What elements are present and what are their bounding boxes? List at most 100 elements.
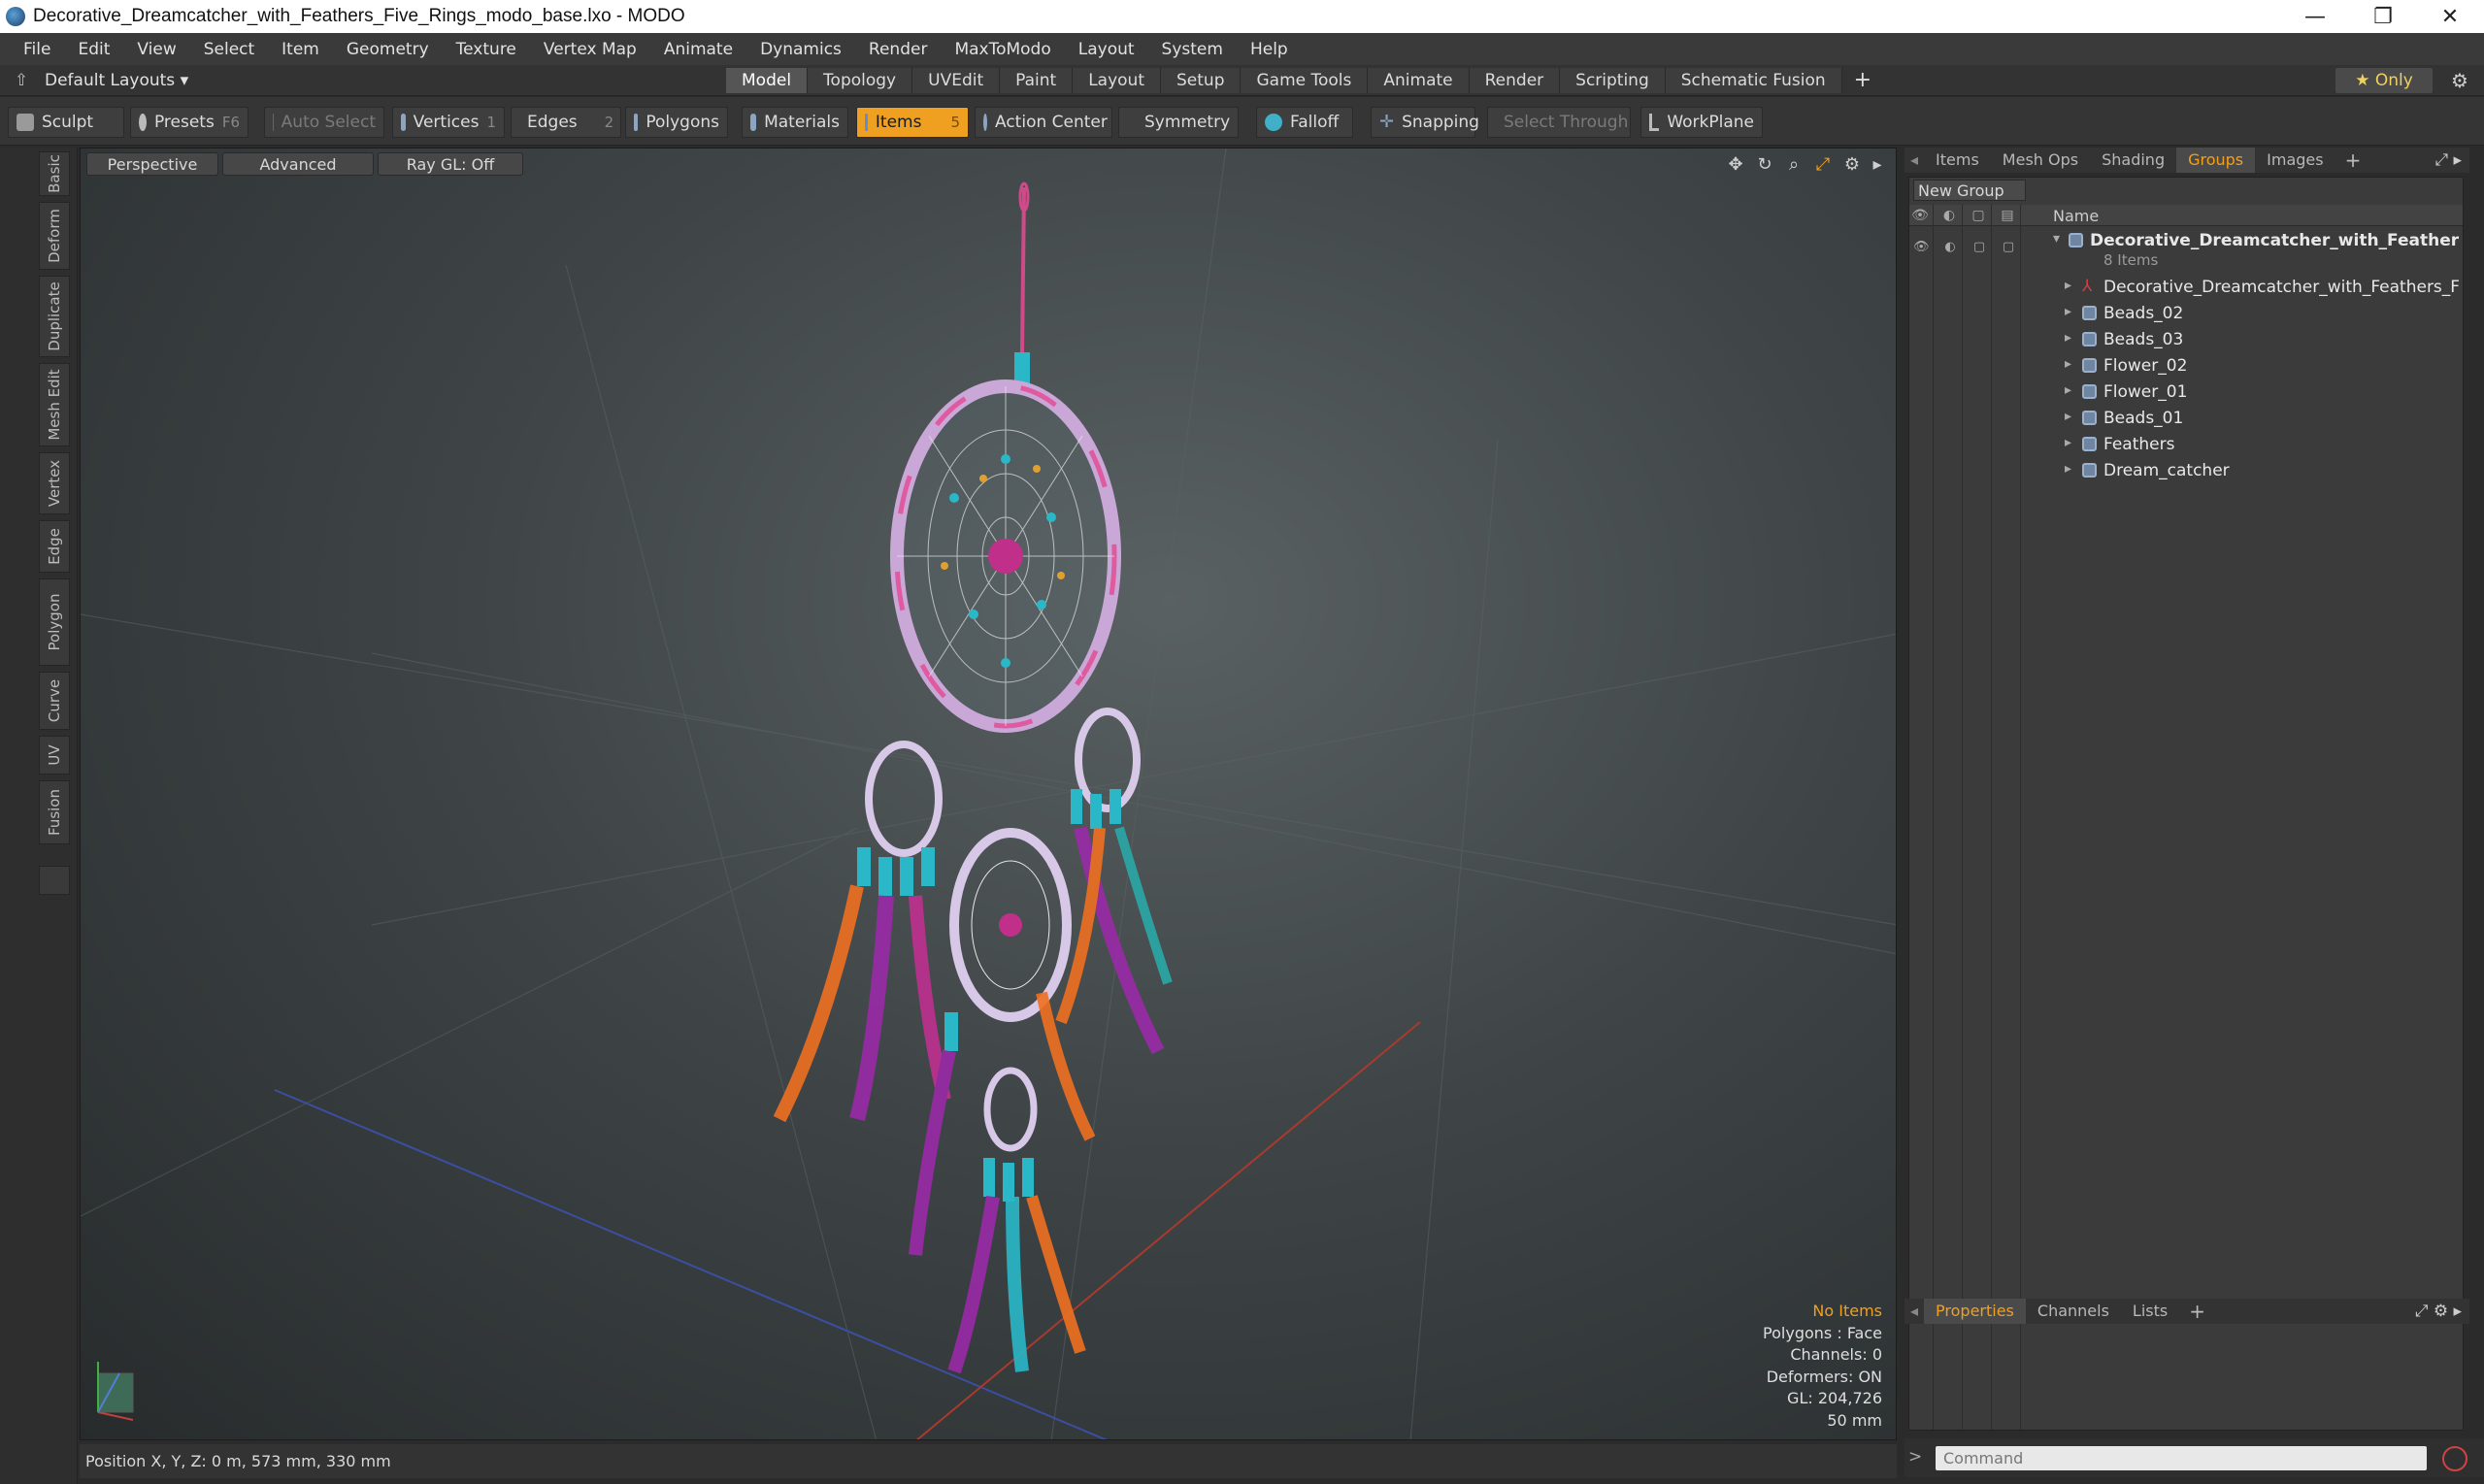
action-center-button[interactable]: Action Center <box>975 107 1112 138</box>
name-column-header[interactable]: Name <box>2053 207 2099 225</box>
expand-arrow-icon[interactable]: ▸ <box>2065 356 2071 372</box>
command-input[interactable]: Command <box>1936 1446 2427 1470</box>
menu-render[interactable]: Render <box>855 40 942 59</box>
vtab-polygon[interactable]: Polygon <box>39 578 70 666</box>
tab-uvedit[interactable]: UVEdit <box>912 68 1001 93</box>
presets-button[interactable]: Presets F6 <box>130 107 248 138</box>
tab-images[interactable]: Images <box>2255 148 2335 173</box>
menu-maxtomodo[interactable]: MaxToModo <box>941 40 1064 59</box>
row-lock-icon[interactable]: ▢ <box>1971 240 1987 255</box>
tab-shading[interactable]: Shading <box>2090 148 2176 173</box>
vtab-basic[interactable]: Basic <box>39 151 70 196</box>
stop-record-icon[interactable] <box>2442 1446 2467 1471</box>
tab-paint[interactable]: Paint <box>1000 68 1074 93</box>
menu-texture[interactable]: Texture <box>443 40 530 59</box>
vtab-duplicate[interactable]: Duplicate <box>39 276 70 357</box>
snapping-button[interactable]: ✛ Snapping <box>1371 107 1479 138</box>
add-properties-tab-icon[interactable]: + <box>2179 1300 2215 1323</box>
select-column-icon[interactable]: ▤ <box>1999 207 2016 224</box>
tab-lists[interactable]: Lists <box>2121 1299 2179 1324</box>
tab-groups[interactable]: Groups <box>2176 148 2256 173</box>
symmetry-button[interactable]: Symmetry <box>1118 107 1239 138</box>
menu-item[interactable]: Item <box>268 40 333 59</box>
list-item[interactable]: ▸ Feathers <box>1909 432 2463 458</box>
panel-expand-icon[interactable]: ⤢ ▸ <box>2434 148 2462 173</box>
select-through-button[interactable]: Select Through <box>1487 107 1631 138</box>
tab-topology[interactable]: Topology <box>808 68 913 93</box>
menu-file[interactable]: File <box>10 40 64 59</box>
tab-render[interactable]: Render <box>1469 68 1561 93</box>
row-visibility-icon[interactable]: 👁 <box>1913 240 1930 255</box>
gear-icon[interactable]: ⚙ <box>2446 68 2473 93</box>
tab-properties[interactable]: Properties <box>1924 1299 2026 1324</box>
tab-items[interactable]: Items <box>1924 148 1991 173</box>
menu-system[interactable]: System <box>1148 40 1237 59</box>
materials-button[interactable]: Materials <box>742 107 848 138</box>
menu-edit[interactable]: Edit <box>64 40 123 59</box>
groups-list[interactable]: New Group 👁 ◐ ▢ ▤ Name 👁 ◐ ▢ ▢ ▾ Decorat… <box>1908 177 2464 1431</box>
vtab-vertex[interactable]: Vertex <box>39 452 70 514</box>
tab-schematic-fusion[interactable]: Schematic Fusion <box>1665 68 1842 93</box>
maximize-button[interactable]: ❐ <box>2349 0 2417 33</box>
panel-menu-icon[interactable]: ◂ <box>1904 148 1924 173</box>
tab-setup[interactable]: Setup <box>1161 68 1242 93</box>
new-group-button[interactable]: New Group <box>1913 180 2026 201</box>
only-button[interactable]: ★ Only <box>2335 68 2433 93</box>
menu-dynamics[interactable]: Dynamics <box>746 40 855 59</box>
menu-layout[interactable]: Layout <box>1065 40 1148 59</box>
visibility-column-icon[interactable]: 👁 <box>1911 207 1929 224</box>
vtab-fusion[interactable]: Fusion <box>39 780 70 844</box>
expand-arrow-icon[interactable]: ▸ <box>2065 278 2071 293</box>
menu-geometry[interactable]: Geometry <box>333 40 443 59</box>
expand-arrow-icon[interactable]: ▸ <box>2065 304 2071 319</box>
menu-help[interactable]: Help <box>1237 40 1302 59</box>
group-root-row[interactable]: 👁 ◐ ▢ ▢ ▾ Decorative_Dreamcatcher_with_F… <box>1909 228 2463 273</box>
collapse-arrow-icon[interactable]: ▾ <box>2053 231 2060 247</box>
menu-vertex-map[interactable]: Vertex Map <box>530 40 650 59</box>
vertices-button[interactable]: Vertices 1 <box>392 107 505 138</box>
menu-select[interactable]: Select <box>190 40 268 59</box>
vtab-curve[interactable]: Curve <box>39 672 70 730</box>
render-column-icon[interactable]: ◐ <box>1940 207 1958 224</box>
properties-menu-icon[interactable]: ◂ <box>1904 1299 1924 1324</box>
close-button[interactable]: ✕ <box>2416 0 2484 33</box>
auto-select-button[interactable]: Auto Select <box>264 107 384 138</box>
tab-animate[interactable]: Animate <box>1368 68 1470 93</box>
sculpt-button[interactable]: Sculpt <box>8 107 124 138</box>
expand-arrow-icon[interactable]: ▸ <box>2065 382 2071 398</box>
tab-mesh-ops[interactable]: Mesh Ops <box>1991 148 2090 173</box>
list-item[interactable]: ▸ Beads_01 <box>1909 406 2463 432</box>
menu-view[interactable]: View <box>123 40 189 59</box>
list-item[interactable]: ▸ Beads_03 <box>1909 327 2463 353</box>
vtab-deform[interactable]: Deform <box>39 202 70 270</box>
layout-up-icon[interactable]: ⇧ <box>12 71 31 90</box>
list-item[interactable]: ▸ Dream_catcher <box>1909 458 2463 484</box>
vtab-edge[interactable]: Edge <box>39 520 70 573</box>
expand-arrow-icon[interactable]: ▸ <box>2065 435 2071 450</box>
vtab-uv[interactable]: UV <box>39 736 70 775</box>
tab-scripting[interactable]: Scripting <box>1560 68 1666 93</box>
row-render-icon[interactable]: ◐ <box>1942 240 1958 255</box>
vtab-mesh-edit[interactable]: Mesh Edit <box>39 363 70 446</box>
row-select-icon[interactable]: ▢ <box>2001 240 2016 255</box>
expand-arrow-icon[interactable]: ▸ <box>2065 461 2071 477</box>
expand-arrow-icon[interactable]: ▸ <box>2065 409 2071 424</box>
add-tab-icon[interactable]: + <box>1842 68 1883 93</box>
expand-arrow-icon[interactable]: ▸ <box>2065 330 2071 346</box>
default-layouts-dropdown[interactable]: ⇧ Default Layouts ▾ <box>12 69 188 92</box>
list-item[interactable]: ▸ Flower_01 <box>1909 379 2463 406</box>
tab-game-tools[interactable]: Game Tools <box>1241 68 1369 93</box>
menu-animate[interactable]: Animate <box>650 40 746 59</box>
tab-layout[interactable]: Layout <box>1073 68 1161 93</box>
lock-column-icon[interactable]: ▢ <box>1970 207 1987 224</box>
polygons-button[interactable]: Polygons <box>625 107 728 138</box>
3d-viewport[interactable]: Perspective Advanced Ray GL: Off ✥ ↻ ⌕ ⤢… <box>80 148 1897 1440</box>
properties-expand-icon[interactable]: ⤢ ⚙ ▸ <box>2415 1299 2462 1324</box>
items-button[interactable]: Items 5 <box>856 107 969 138</box>
minimize-button[interactable]: — <box>2281 0 2349 33</box>
add-panel-tab-icon[interactable]: + <box>2335 148 2371 172</box>
list-item[interactable]: ▸ Beads_02 <box>1909 301 2463 327</box>
tab-channels[interactable]: Channels <box>2026 1299 2121 1324</box>
strip-toggle-button[interactable] <box>39 866 70 895</box>
workplane-button[interactable]: WorkPlane <box>1640 107 1763 138</box>
